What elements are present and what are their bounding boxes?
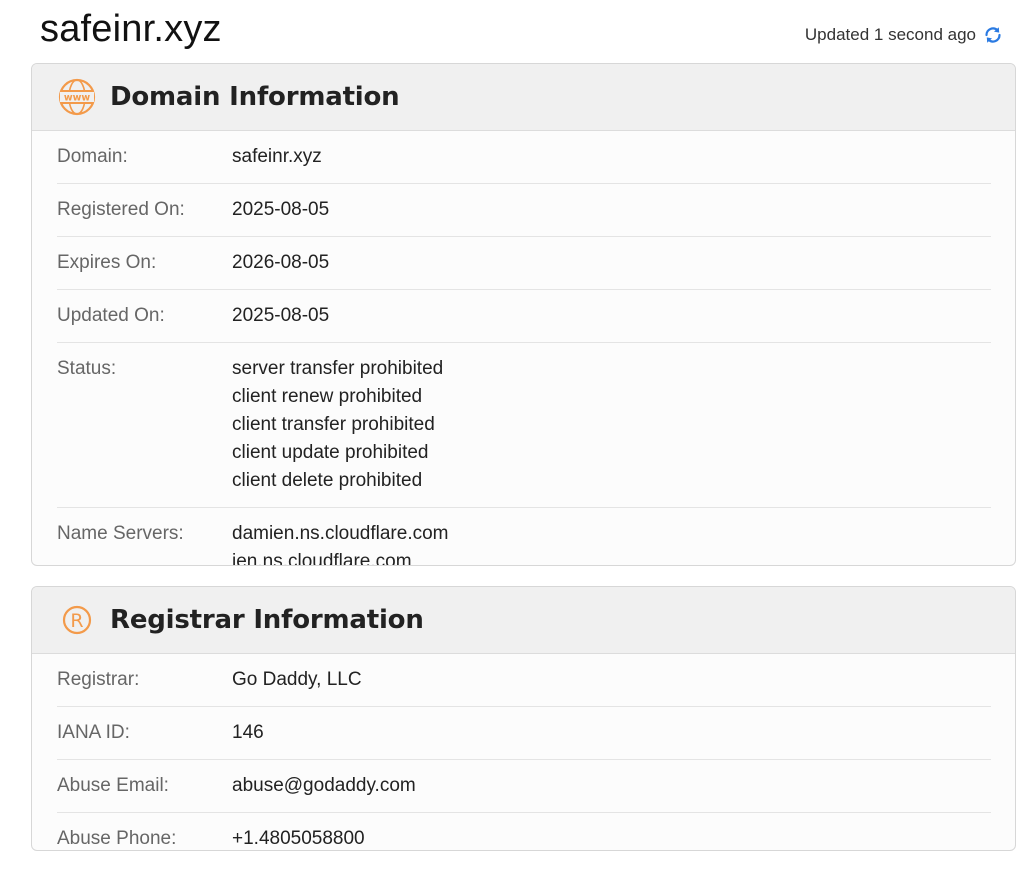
refresh-icon[interactable]	[982, 24, 1004, 46]
row-value: 2026-08-05	[232, 249, 329, 277]
updated-status: Updated 1 second ago	[805, 24, 1004, 46]
row-value: 2025-08-05	[232, 302, 329, 330]
row-label: Updated On:	[57, 305, 165, 326]
row-value: 146	[232, 719, 264, 747]
row-label: Registrar:	[57, 669, 140, 690]
registered-on-value: 2025-08-05	[232, 199, 330, 220]
updated-on-value: 2025-08-05	[232, 305, 330, 326]
row-value: abuse@godaddy.com	[232, 772, 416, 800]
row-label: Abuse Phone:	[57, 828, 177, 849]
name-server-values: damien.ns.cloudflare.com jen.ns.cloudfla…	[232, 520, 449, 566]
row-label: IANA ID:	[57, 722, 130, 743]
row-iana-id: IANA ID: 146	[57, 707, 991, 760]
row-label: Expires On:	[57, 252, 157, 273]
name-server-item: damien.ns.cloudflare.com	[232, 523, 449, 544]
row-value: +1.4805058800	[232, 825, 365, 850]
row-label: Abuse Email:	[57, 775, 169, 796]
row-value: Go Daddy, LLC	[232, 666, 362, 694]
row-value: safeinr.xyz	[232, 143, 322, 171]
row-registrar: Registrar: Go Daddy, LLC	[57, 654, 991, 707]
iana-id-value: 146	[232, 722, 264, 743]
registrar-information-title: Registrar Information	[110, 605, 424, 635]
row-abuse-phone: Abuse Phone: +1.4805058800	[57, 813, 991, 850]
status-item: server transfer prohibited	[232, 358, 444, 379]
row-value: 2025-08-05	[232, 196, 329, 224]
registrar-information-header: R Registrar Information	[32, 587, 1015, 654]
row-label: Name Servers:	[57, 523, 184, 544]
whois-page: safeinr.xyz Updated 1 second ago www Dom…	[0, 0, 1034, 871]
page-header: safeinr.xyz Updated 1 second ago	[0, 0, 1034, 62]
domain-information-title: Domain Information	[110, 82, 400, 112]
registrar-information-rows: Registrar: Go Daddy, LLC IANA ID: 146 Ab…	[32, 654, 1015, 850]
row-label: Registered On:	[57, 199, 185, 220]
name-server-item: jen.ns.cloudflare.com	[232, 551, 412, 566]
status-item: client delete prohibited	[232, 470, 423, 491]
updated-text: Updated 1 second ago	[804, 25, 976, 44]
row-abuse-email: Abuse Email: abuse@godaddy.com	[57, 760, 991, 813]
expires-on-value: 2026-08-05	[232, 252, 330, 273]
domain-information-header: www Domain Information	[32, 64, 1015, 131]
abuse-phone-value: +1.4805058800	[232, 828, 365, 849]
status-item: client transfer prohibited	[232, 414, 435, 435]
row-status: Status: server transfer prohibited clien…	[57, 343, 991, 508]
domain-information-card: www Domain Information Domain: safeinr.x…	[31, 63, 1016, 566]
svg-text:R: R	[70, 610, 83, 632]
page-title: safeinr.xyz	[40, 8, 222, 50]
status-item: client update prohibited	[232, 442, 429, 463]
row-updated-on: Updated On: 2025-08-05	[57, 290, 991, 343]
www-icon: www	[57, 77, 97, 117]
svg-text:www: www	[64, 93, 91, 104]
row-label: Status:	[57, 358, 117, 379]
registrar-information-card: R Registrar Information Registrar: Go Da…	[31, 586, 1016, 851]
row-name-servers: Name Servers: damien.ns.cloudflare.com j…	[57, 508, 991, 566]
domain-information-rows: Domain: safeinr.xyz Registered On: 2025-…	[32, 131, 1015, 566]
row-label: Domain:	[57, 146, 128, 167]
row-expires-on: Expires On: 2026-08-05	[57, 237, 991, 290]
abuse-email-value: abuse@godaddy.com	[232, 775, 416, 796]
registrar-value: Go Daddy, LLC	[232, 669, 362, 690]
registered-icon: R	[57, 600, 97, 640]
status-values: server transfer prohibited client renew …	[232, 355, 443, 495]
domain-value: safeinr.xyz	[232, 146, 322, 167]
row-registered-on: Registered On: 2025-08-05	[57, 184, 991, 237]
row-domain: Domain: safeinr.xyz	[57, 131, 991, 184]
status-item: client renew prohibited	[232, 386, 423, 407]
